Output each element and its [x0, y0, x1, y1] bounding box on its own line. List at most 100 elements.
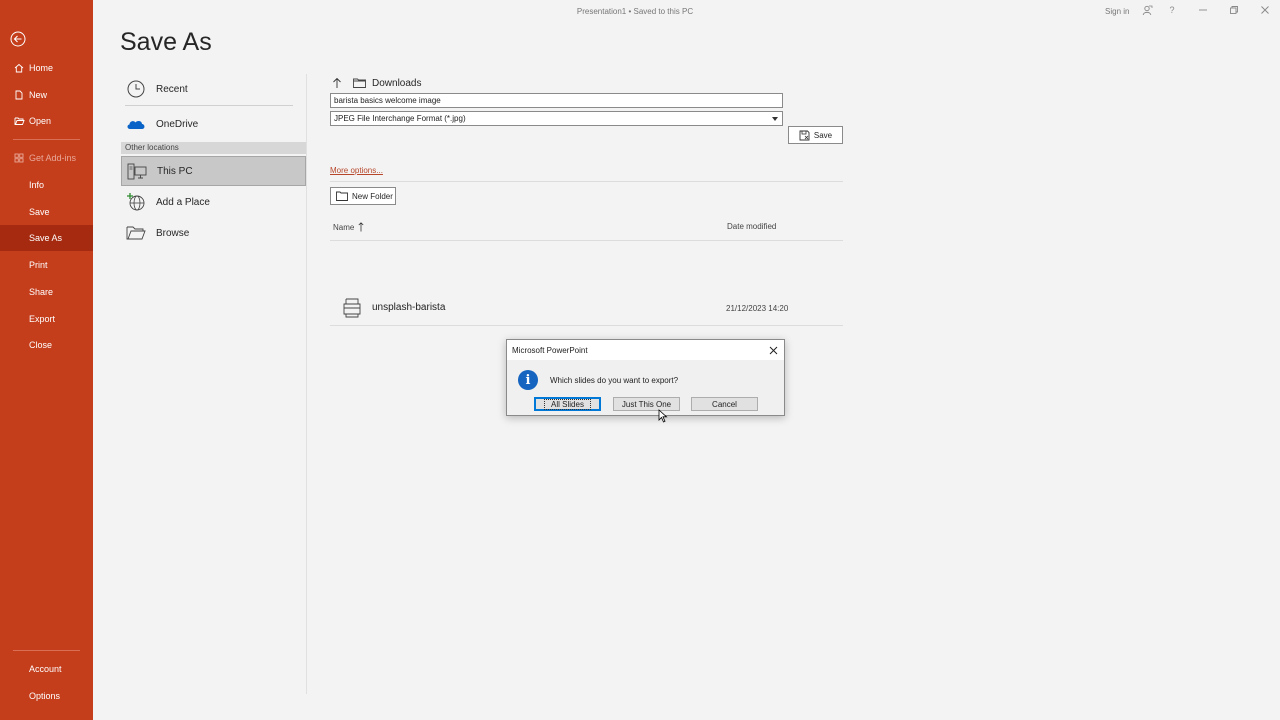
location-label: Add a Place	[156, 196, 210, 208]
mouse-pointer-icon	[658, 409, 668, 423]
sidebar-item-account[interactable]: Account	[0, 656, 93, 682]
chevron-down-icon	[772, 117, 778, 121]
sidebar-item-label: Open	[29, 116, 52, 126]
sidebar-item-label: Info	[29, 180, 45, 190]
file-type-value: JPEG File Interchange Format (*.jpg)	[334, 114, 466, 123]
more-options-link[interactable]: More options...	[330, 166, 383, 175]
location-label: Browse	[156, 227, 190, 239]
locations-divider	[125, 105, 293, 106]
sidebar-item-label: Close	[29, 340, 53, 350]
back-button[interactable]	[10, 31, 26, 47]
location-browse[interactable]: Browse	[121, 218, 306, 248]
clock-icon	[125, 78, 147, 100]
onedrive-cloud-icon	[125, 113, 147, 135]
current-folder-label[interactable]: Downloads	[372, 78, 421, 89]
column-divider	[306, 74, 307, 694]
add-ins-grid-icon	[13, 153, 25, 163]
backstage-sidebar: Home New Open Get Add-ins Info Save Save…	[0, 0, 93, 720]
export-slides-dialog: Microsoft PowerPoint i Which slides do y…	[506, 339, 785, 416]
sort-ascending-icon	[358, 222, 364, 232]
sidebar-item-save-as[interactable]: Save As	[0, 225, 93, 251]
close-window-button[interactable]	[1259, 4, 1271, 16]
sidebar-item-label: Share	[29, 287, 54, 297]
sidebar-item-open[interactable]: Open	[0, 108, 93, 134]
other-locations-header: Other locations	[121, 142, 306, 154]
up-folder-button[interactable]	[331, 76, 343, 90]
sidebar-item-label: Save As	[29, 233, 63, 243]
sidebar-item-save[interactable]: Save	[0, 199, 93, 225]
sidebar-item-print[interactable]: Print	[0, 252, 93, 278]
file-type-select[interactable]: JPEG File Interchange Format (*.jpg)	[330, 111, 783, 126]
feedback-person-icon	[1142, 5, 1152, 15]
browse-folder-icon	[125, 222, 147, 244]
sidebar-item-label: Get Add-ins	[29, 153, 77, 163]
column-header-label: Name	[333, 222, 355, 232]
up-arrow-icon	[333, 77, 341, 88]
sidebar-item-label: Account	[29, 664, 62, 674]
dialog-title: Microsoft PowerPoint	[512, 346, 588, 355]
pane-divider	[330, 181, 843, 182]
sidebar-item-label: Home	[29, 63, 54, 73]
sidebar-item-label: Export	[29, 314, 56, 324]
sidebar-item-label: Options	[29, 691, 61, 701]
header-divider	[330, 240, 843, 241]
just-this-one-button[interactable]: Just This One	[613, 397, 680, 411]
help-button[interactable]: ?	[1166, 4, 1178, 16]
dialog-titlebar: Microsoft PowerPoint	[507, 340, 784, 360]
sidebar-item-close[interactable]: Close	[0, 332, 93, 358]
cancel-label: Cancel	[712, 399, 737, 409]
location-this-pc[interactable]: This PC	[121, 156, 306, 186]
location-recent[interactable]: Recent	[121, 74, 306, 104]
location-onedrive[interactable]: OneDrive	[121, 109, 306, 139]
minimize-icon	[1199, 9, 1207, 11]
sign-in-link[interactable]: Sign in	[1105, 7, 1129, 16]
minimize-button[interactable]	[1197, 4, 1209, 16]
all-slides-label: All Slides	[544, 398, 591, 410]
location-label: This PC	[157, 165, 193, 177]
computer-icon	[126, 160, 148, 182]
location-label: Recent	[156, 83, 188, 95]
sidebar-item-label: Print	[29, 260, 48, 270]
save-button-label: Save	[813, 130, 833, 140]
dialog-message: Which slides do you want to export?	[550, 376, 679, 385]
page-title: Save As	[120, 28, 212, 56]
info-icon: i	[518, 370, 538, 390]
close-icon	[1261, 6, 1269, 14]
column-header-name[interactable]: Name	[333, 222, 364, 232]
open-folder-icon	[13, 116, 25, 126]
location-add-place[interactable]: Add a Place	[121, 187, 306, 217]
location-label: OneDrive	[156, 118, 199, 130]
help-question-icon: ?	[1169, 5, 1175, 15]
file-date: 21/12/2023 14:20	[726, 304, 789, 313]
sidebar-item-home[interactable]: Home	[0, 55, 93, 81]
sidebar-item-new[interactable]: New	[0, 82, 93, 108]
all-slides-button[interactable]: All Slides	[534, 397, 601, 411]
column-header-label: Date modified	[727, 222, 777, 231]
dialog-close-button[interactable]	[766, 343, 780, 357]
file-name-input[interactable]: barista basics welcome image	[330, 93, 783, 108]
sidebar-item-options[interactable]: Options	[0, 683, 93, 709]
sidebar-item-export[interactable]: Export	[0, 306, 93, 332]
sidebar-item-label: Save	[29, 207, 50, 217]
file-name: unsplash-barista	[372, 302, 446, 313]
sidebar-item-info[interactable]: Info	[0, 172, 93, 198]
folder-icon	[353, 78, 366, 88]
new-folder-icon	[336, 191, 348, 201]
window-title: Presentation1 • Saved to this PC	[576, 7, 694, 16]
save-disk-icon	[799, 130, 810, 140]
restore-button[interactable]	[1228, 4, 1240, 16]
feedback-button[interactable]	[1141, 4, 1153, 16]
cancel-button[interactable]: Cancel	[691, 397, 758, 411]
new-folder-button[interactable]: New Folder	[330, 187, 396, 205]
sidebar-item-get-add-ins[interactable]: Get Add-ins	[0, 145, 93, 171]
home-icon	[13, 63, 25, 73]
breadcrumb: Downloads	[331, 76, 421, 90]
sidebar-item-share[interactable]: Share	[0, 279, 93, 305]
add-place-globe-icon	[125, 191, 147, 213]
image-file-icon	[343, 298, 361, 318]
restore-icon	[1230, 6, 1238, 14]
new-document-icon	[13, 90, 25, 100]
file-row[interactable]: unsplash-barista 21/12/2023 14:20	[330, 290, 843, 326]
column-header-date[interactable]: Date modified	[727, 222, 776, 231]
save-button[interactable]: Save	[788, 126, 843, 144]
